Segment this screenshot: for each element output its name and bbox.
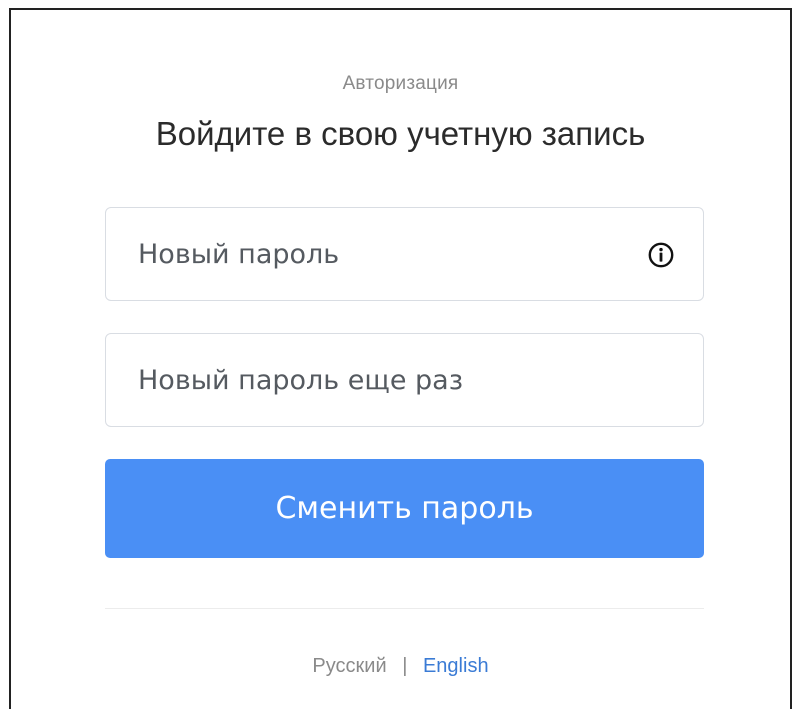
new-password-field bbox=[105, 207, 704, 301]
language-separator: | bbox=[402, 655, 408, 677]
repeat-password-input[interactable] bbox=[106, 334, 703, 426]
change-password-button[interactable]: Сменить пароль bbox=[105, 459, 704, 558]
language-english-link[interactable]: English bbox=[423, 655, 489, 677]
language-russian-link[interactable]: Русский bbox=[312, 655, 386, 677]
language-switcher: Русский | English bbox=[11, 655, 790, 678]
divider bbox=[105, 608, 704, 609]
repeat-password-field bbox=[105, 333, 704, 427]
new-password-input[interactable] bbox=[106, 208, 703, 300]
page-title: Войдите в свою учетную запись bbox=[155, 115, 646, 152]
auth-card: Авторизация Войдите в свою учетную запис… bbox=[11, 10, 790, 709]
info-icon[interactable] bbox=[648, 242, 674, 268]
auth-subtitle: Авторизация bbox=[342, 73, 459, 94]
window-frame: Авторизация Войдите в свою учетную запис… bbox=[9, 8, 792, 709]
